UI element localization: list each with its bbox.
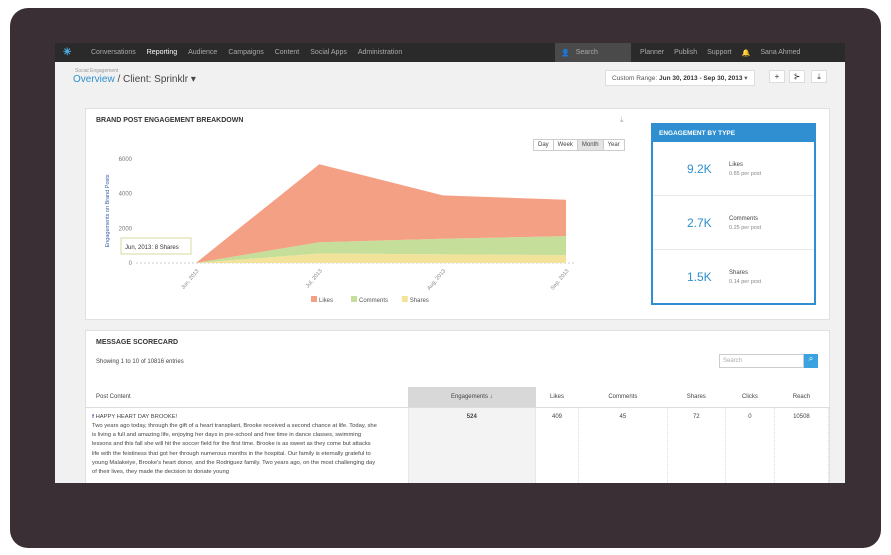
table-row[interactable]: f HAPPY HEART DAY BROOKE! Two years ago t… (86, 407, 830, 483)
nav-audience[interactable]: Audience (188, 49, 217, 56)
shares-value: 1.5K (687, 270, 712, 284)
nav-campaigns[interactable]: Campaigns (228, 49, 263, 56)
nav-administration[interactable]: Administration (358, 49, 402, 56)
download-icon[interactable]: ⤓ (811, 70, 827, 83)
search-input[interactable]: 👤 Search (555, 43, 631, 62)
top-nav: ✳ Conversations Reporting Audience Campa… (55, 43, 845, 62)
legend-swatch-likes (311, 296, 317, 302)
comments-value: 2.7K (687, 216, 712, 230)
nav-conversations[interactable]: Conversations (91, 49, 136, 56)
notification-bell-icon[interactable]: 🔔 (742, 49, 751, 57)
comments-sub: 0.25 per post (729, 225, 762, 231)
area-chart: 0 2000 4000 6000 Engagements on Brand Posts J… (105, 157, 576, 304)
col-shares[interactable]: Shares (667, 387, 726, 408)
nav-social-apps[interactable]: Social Apps (310, 49, 347, 56)
share-icon[interactable]: ⊱ (789, 70, 805, 83)
engagements-cell: 524 (408, 407, 537, 483)
y-axis-label: Engagements on Brand Posts (105, 174, 111, 247)
entries-count: Showing 1 to 10 of 10816 entries (96, 359, 184, 365)
facebook-icon: f (92, 413, 94, 420)
col-engagements-label: Engagements (450, 393, 488, 400)
ebt-row-shares: 1.5K Shares 0.14 per post (653, 250, 814, 304)
likes-cell: 409 (535, 407, 579, 483)
engagement-by-type-panel: ENGAGEMENT BY TYPE 9.2K Likes 0.85 per pos… (651, 123, 816, 305)
legend-label-comments: Comments (359, 298, 388, 304)
search-placeholder: Search (575, 49, 598, 56)
legend-swatch-comments (351, 296, 357, 302)
comments-label: Comments (729, 216, 759, 222)
nav-content[interactable]: Content (275, 49, 300, 56)
sort-down-icon: ↓ (489, 393, 493, 400)
scorecard-panel: MESSAGE SCORECARD Showing 1 to 10 of 108… (85, 330, 830, 483)
date-range-picker[interactable]: Custom Range: Jun 30, 2013 - Sep 30, 201… (605, 70, 755, 86)
x-tick-label: Jun, 2013 (180, 268, 200, 290)
post-text: Two years ago today, through the gift of… (92, 422, 377, 476)
post-content-cell: f HAPPY HEART DAY BROOKE! Two years ago t… (86, 407, 409, 483)
legend-label-likes: Likes (319, 298, 333, 304)
x-tick-label: Jul, 2013 (305, 268, 324, 289)
shares-cell: 72 (667, 407, 726, 483)
scorecard-title: MESSAGE SCORECARD (96, 339, 179, 346)
nav-planner[interactable]: Planner (640, 49, 664, 56)
app-screen: ✳ Conversations Reporting Audience Campa… (55, 43, 845, 483)
shares-sub: 0.14 per post (729, 279, 762, 285)
ebt-row-likes: 9.2K Likes 0.85 per post (653, 142, 814, 196)
range-label: Custom Range: (612, 75, 658, 82)
nav-reporting[interactable]: Reporting (147, 49, 177, 56)
ebt-title: ENGAGEMENT BY TYPE (653, 125, 814, 142)
chevron-down-icon[interactable]: ▾ (191, 74, 196, 85)
likes-label: Likes (729, 162, 744, 168)
nav-publish[interactable]: Publish (674, 49, 697, 56)
sprinklr-logo-icon: ✳ (63, 46, 72, 58)
breadcrumb-overview[interactable]: Overview (73, 74, 115, 85)
y-tick-label: 6000 (119, 157, 133, 163)
x-tick-label: Aug, 2013 (426, 268, 447, 291)
table-search-input[interactable]: Search (719, 354, 804, 368)
likes-sub: 0.85 per post (729, 171, 762, 177)
client-selector[interactable]: / Client: Sprinklr (117, 74, 188, 85)
col-post-content[interactable]: Post Content (86, 387, 408, 408)
y-tick-label: 2000 (119, 226, 133, 232)
y-tick-label: 0 (129, 261, 133, 267)
reach-cell: 10508 (774, 407, 830, 483)
scorecard-table: Post Content Engagements ↓ Likes Comment… (86, 387, 830, 483)
shares-label: Shares (729, 270, 749, 276)
clicks-cell: 0 (725, 407, 775, 483)
y-tick-label: 4000 (119, 192, 133, 198)
table-header-row: Post Content Engagements ↓ Likes Comment… (86, 387, 829, 408)
range-value: Jun 30, 2013 - Sep 30, 2013 (658, 75, 743, 82)
col-likes[interactable]: Likes (535, 387, 579, 408)
post-title: HAPPY HEART DAY BROOKE! (95, 413, 178, 420)
user-menu[interactable]: Sana Ahmed (760, 49, 800, 56)
page-header: Social Engagement Overview / Client: Spr… (55, 62, 845, 102)
breadcrumb: Overview / Client: Sprinklr ▾ (73, 74, 196, 85)
search-icon[interactable]: ⌕ (804, 354, 818, 368)
nav-support[interactable]: Support (707, 49, 732, 56)
user-icon: 👤 (561, 49, 570, 57)
add-icon[interactable]: + (769, 70, 785, 83)
likes-value: 9.2K (687, 162, 712, 176)
legend-swatch-shares (401, 296, 408, 302)
chart-panel: BRAND POST ENGAGEMENT BREAKDOWN ⤓ Day We… (85, 108, 830, 320)
legend-label-shares: Shares (410, 298, 429, 304)
comments-cell: 45 (578, 407, 668, 483)
col-clicks[interactable]: Clicks (725, 387, 775, 408)
ebt-row-comments: 2.7K Comments 0.25 per post (653, 196, 814, 250)
x-tick-label: Sep, 2013 (550, 268, 571, 291)
tooltip-text: Jun, 2013: 8 Shares (125, 245, 179, 251)
col-engagements[interactable]: Engagements ↓ (408, 387, 536, 408)
col-reach[interactable]: Reach (774, 387, 829, 408)
col-comments[interactable]: Comments (578, 387, 668, 408)
